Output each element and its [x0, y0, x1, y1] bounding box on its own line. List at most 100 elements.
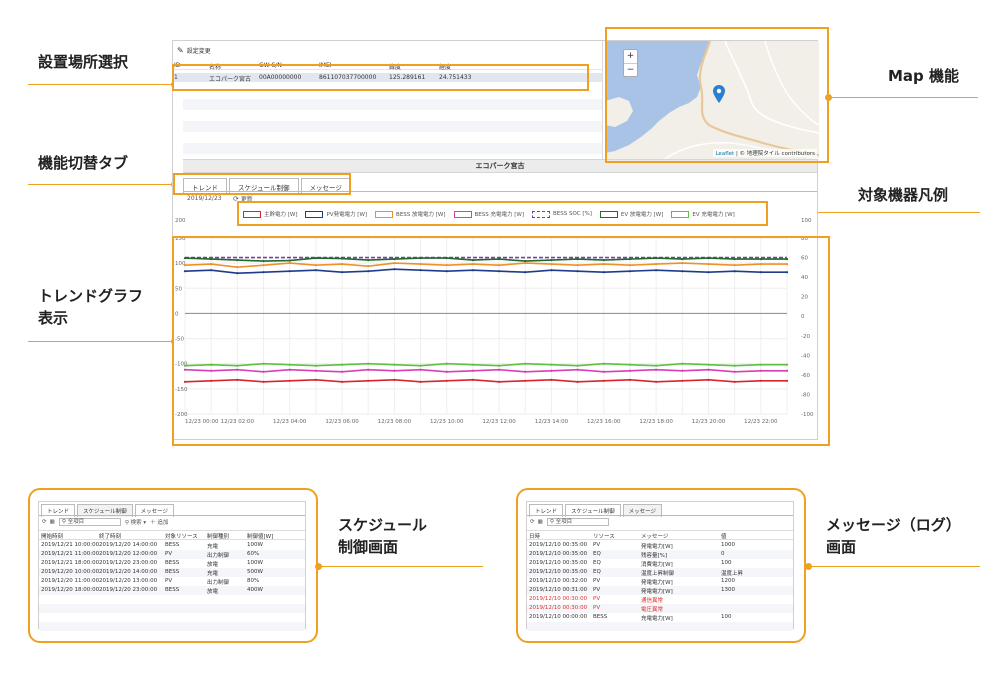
site-title: エコパーク宮古: [475, 162, 525, 170]
table-row[interactable]: 2019/12/10 00:35:00 EQ 消費電力[W] 100: [527, 559, 793, 568]
table-cell: 通信異常: [641, 598, 664, 604]
grid-icon[interactable]: ▦: [50, 519, 55, 525]
table-cell: 2019/12/20 11:00:00: [41, 578, 100, 584]
table-cell: 100W: [247, 560, 263, 566]
callout-line: [28, 341, 174, 342]
empty-row: [183, 99, 602, 110]
table-row[interactable]: 2019/12/21 10:00:00 2019/12/20 14:00:00 BE…: [39, 541, 305, 550]
callout-line: [28, 84, 174, 85]
table-cell: 発電電力[W]: [641, 544, 673, 550]
highlight-trend: [172, 236, 830, 446]
table-cell: 2019/12/10 00:30:00: [529, 596, 588, 602]
site-list-panel: ✎ 設定変更 ID 名称 GW-S/N IMEI 緯度 経度 1 エコパーク宮古…: [173, 41, 603, 159]
table-cell: 1000: [721, 542, 735, 548]
table-row[interactable]: 2019/12/10 00:00:00 BESS 充電電力[W] 100: [527, 613, 793, 622]
tab-underline: [527, 515, 793, 516]
table-cell: 充電電力[W]: [641, 616, 673, 622]
table-cell: 放電: [207, 562, 219, 568]
table-row[interactable]: [39, 622, 305, 631]
table-cell: 温度上昇制御: [641, 571, 675, 577]
table-cell: 2019/12/10 00:35:00: [529, 551, 588, 557]
table-row[interactable]: 2019/12/21 11:00:00 2019/12/20 12:00:00 PV…: [39, 550, 305, 559]
search-input[interactable]: ⚲ 全項目: [546, 518, 609, 526]
table-row[interactable]: 2019/12/10 00:35:00 EQ 温度上昇制御 温度上昇: [527, 568, 793, 577]
table-cell: PV: [165, 551, 173, 557]
callout-trend-line-1: トレンドグラフ: [38, 287, 144, 305]
callout-schedule: スケジュール 制御画面: [338, 515, 427, 559]
table-row[interactable]: 2019/12/10 00:30:00 PV 通信異常: [527, 595, 793, 604]
table-row[interactable]: 2019/12/10 00:35:00 PV 発電電力[W] 1000: [527, 541, 793, 550]
table-row[interactable]: 2019/12/10 00:35:00 EQ 残容量[%] 0: [527, 550, 793, 559]
table-row[interactable]: 2019/12/10 00:30:00 PV 電圧異常: [527, 604, 793, 613]
table-row[interactable]: 2019/12/10 00:32:00 PV 発電電力[W] 1200: [527, 577, 793, 586]
table-cell: 充電: [207, 544, 219, 550]
callout-trend-line-2: 表示: [38, 308, 69, 327]
table-cell: 100W: [247, 542, 263, 548]
search-button[interactable]: ⚲ 検索 ▾: [125, 518, 146, 526]
callout-trend-graph: トレンドグラフ 表示: [38, 286, 143, 330]
refresh-icon[interactable]: ⟳: [42, 519, 47, 525]
callout-line: [808, 566, 980, 567]
column-header: リソース: [593, 534, 615, 540]
table-row[interactable]: [527, 622, 793, 631]
table-cell: 出力制御: [207, 580, 230, 586]
callout-message-line-2: 画面: [826, 537, 857, 556]
highlight-legend: [237, 201, 768, 226]
table-row[interactable]: 2019/12/20 18:00:00 2019/12/20 23:00:00 BE…: [39, 586, 305, 595]
table-cell: 100: [721, 614, 732, 620]
table-cell: 残容量[%]: [641, 553, 668, 559]
table-cell: 充電: [207, 571, 219, 577]
column-header: 制御値[W]: [247, 534, 274, 540]
table-cell: EQ: [593, 551, 601, 557]
table-row[interactable]: [39, 613, 305, 622]
table-row[interactable]: 2019/12/21 18:00:00 2019/12/20 23:00:00 BE…: [39, 559, 305, 568]
tab-underline: [39, 515, 305, 516]
callout-line: [318, 566, 483, 567]
message-screen: トレンド スケジュール制御 メッセージ ⟳ ▦ ⚲ 全項目 日時 リソース メッ…: [526, 501, 794, 631]
table-cell: 2019/12/21 11:00:00: [41, 551, 100, 557]
table-cell: 100: [721, 560, 732, 566]
table-row[interactable]: [39, 595, 305, 604]
column-header: メッセージ: [641, 534, 669, 540]
table-cell: BESS: [165, 587, 180, 593]
schedule-table-header: 開始時刻 終了時刻 対象リソース 制御種別 制御値[W]: [39, 530, 305, 540]
search-input[interactable]: ⚲ 全項目: [58, 518, 121, 526]
table-cell: 温度上昇: [721, 571, 744, 577]
y-tick-label-right: 100: [801, 218, 812, 224]
table-cell: 0: [721, 551, 725, 557]
table-row[interactable]: 2019/12/20 11:00:00 2019/12/20 13:00:00 PV…: [39, 577, 305, 586]
refresh-icon[interactable]: ⟳: [530, 519, 535, 525]
table-cell: 2019/12/20 12:00:00: [99, 551, 158, 557]
date-label: 2019/12/23: [187, 195, 222, 202]
table-row[interactable]: 2019/12/10 00:31:00 PV 発電電力[W] 1300: [527, 586, 793, 595]
table-cell: 2019/12/20 23:00:00: [99, 587, 158, 593]
callout-message: メッセージ（ログ） 画面: [826, 515, 961, 559]
schedule-toolbar: ⟳ ▦ ⚲ 全項目 ⚲ 検索 ▾ ＋ 追加: [42, 518, 168, 526]
add-button[interactable]: ＋ 追加: [150, 518, 168, 526]
table-cell: 60%: [247, 551, 260, 557]
empty-row: [183, 121, 602, 132]
table-cell: 2019/12/10 00:31:00: [529, 587, 588, 593]
column-header: 日時: [529, 534, 541, 540]
table-cell: EQ: [593, 560, 601, 566]
callout-legend: 対象機器凡例: [858, 186, 949, 204]
settings-toolbar-button[interactable]: ✎ 設定変更: [177, 46, 211, 55]
grid-icon[interactable]: ▦: [538, 519, 543, 525]
table-cell: 放電: [207, 589, 219, 595]
table-cell: 1300: [721, 587, 735, 593]
table-cell: 500W: [247, 569, 263, 575]
table-row[interactable]: [39, 604, 305, 613]
table-cell: 2019/12/20 10:00:00: [41, 569, 100, 575]
table-cell: BESS: [165, 542, 180, 548]
table-cell: EQ: [593, 569, 601, 575]
table-cell: 2019/12/10 00:00:00: [529, 614, 588, 620]
highlight-map: [605, 27, 829, 163]
empty-row: [183, 143, 602, 154]
table-cell: PV: [593, 587, 601, 593]
table-cell: BESS: [593, 614, 608, 620]
table-cell: 消費電力[W]: [641, 562, 673, 568]
message-toolbar: ⟳ ▦ ⚲ 全項目: [530, 518, 609, 526]
table-row[interactable]: 2019/12/20 10:00:00 2019/12/20 14:00:00 BE…: [39, 568, 305, 577]
column-header: 開始時刻: [41, 534, 64, 540]
message-table-header: 日時 リソース メッセージ 値: [527, 530, 793, 540]
